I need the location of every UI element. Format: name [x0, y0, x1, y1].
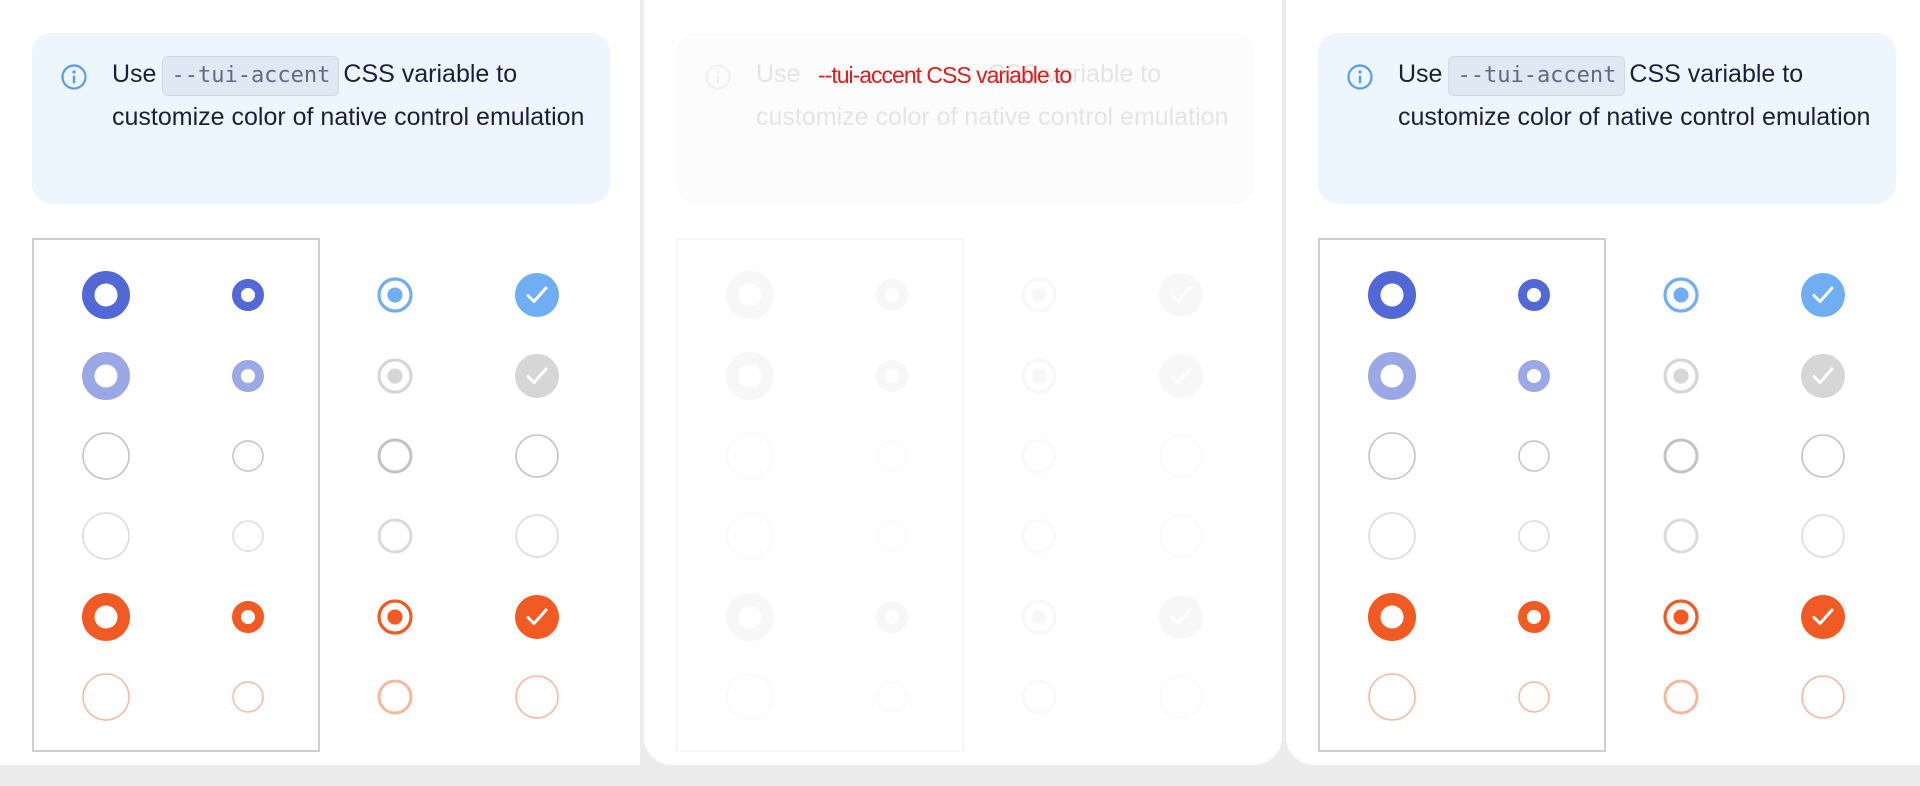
radio-small-checked-disabled[interactable]: [876, 360, 908, 392]
radio-large-checked[interactable]: [1368, 271, 1416, 319]
notice-card: Use--tui-accentCSS variable to customize…: [32, 33, 610, 204]
radio-large-unchecked[interactable]: [82, 432, 130, 480]
checkbox-round-unchecked-disabled[interactable]: [1159, 514, 1203, 558]
radio-small-invalid-checked[interactable]: [1518, 601, 1550, 633]
radio-small-invalid-checked[interactable]: [876, 601, 908, 633]
radio-large-invalid-checked[interactable]: [726, 593, 774, 641]
radio-button-invalid-unchecked-disabled[interactable]: [377, 679, 413, 715]
checkbox-round-checked-disabled[interactable]: [1801, 354, 1845, 398]
checkbox-round-invalid-checked[interactable]: [515, 595, 559, 639]
radio-large-unchecked-disabled[interactable]: [726, 512, 774, 560]
checkbox-round-invalid-unchecked-disabled[interactable]: [1159, 675, 1203, 719]
radio-button-unchecked[interactable]: [1663, 438, 1699, 474]
info-icon: [705, 64, 731, 90]
radio-button-invalid-checked[interactable]: [1021, 599, 1057, 635]
checkbox-round-checked-disabled[interactable]: [515, 354, 559, 398]
panel-right: Use --tui-accent CSS variable to customize…: [1286, 0, 1920, 765]
radio-button-checked-disabled[interactable]: [377, 358, 413, 394]
radio-button-checked[interactable]: [1663, 277, 1699, 313]
checkbox-round-invalid-checked[interactable]: [1801, 595, 1845, 639]
radio-small-invalid-checked[interactable]: [232, 601, 264, 633]
radio-large-invalid-unchecked-disabled[interactable]: [726, 673, 774, 721]
css-variable-code: --tui-accent: [1448, 56, 1626, 96]
radio-large-unchecked[interactable]: [726, 432, 774, 480]
radio-group-frame: [1318, 238, 1606, 752]
radio-button-checked[interactable]: [1021, 277, 1057, 313]
radio-button-checked-disabled[interactable]: [1663, 358, 1699, 394]
checkbox-round-unchecked-disabled[interactable]: [1801, 514, 1845, 558]
checkbox-round-invalid-unchecked-disabled[interactable]: [515, 675, 559, 719]
checkbox-round-checked[interactable]: [1159, 273, 1203, 317]
notice-card: Use--tui-accentCSS variable to customize…: [1318, 33, 1896, 204]
radio-large-invalid-checked[interactable]: [1368, 593, 1416, 641]
radio-button-invalid-unchecked-disabled[interactable]: [1663, 679, 1699, 715]
radio-small-invalid-unchecked-disabled[interactable]: [876, 681, 908, 713]
radio-small-unchecked[interactable]: [1518, 440, 1550, 472]
radio-large-checked-disabled[interactable]: [726, 352, 774, 400]
panel-middle: Use--tui-accentCSS variable to customize…: [644, 0, 1282, 765]
radio-small-unchecked-disabled[interactable]: [232, 520, 264, 552]
checkbox-round-checked[interactable]: [515, 273, 559, 317]
checkbox-round-invalid-unchecked-disabled[interactable]: [1801, 675, 1845, 719]
css-variable-code: --tui-accent: [162, 56, 340, 96]
checkbox-round-unchecked[interactable]: [1801, 434, 1845, 478]
radio-small-unchecked[interactable]: [876, 440, 908, 472]
radio-large-invalid-unchecked-disabled[interactable]: [1368, 673, 1416, 721]
radio-small-unchecked-disabled[interactable]: [876, 520, 908, 552]
radio-large-checked-disabled[interactable]: [82, 352, 130, 400]
radio-button-checked-disabled[interactable]: [1021, 358, 1057, 394]
radio-group-frame: [32, 238, 320, 752]
radio-button-unchecked[interactable]: [1021, 438, 1057, 474]
radio-small-checked-disabled[interactable]: [1518, 360, 1550, 392]
checkbox-round-invalid-checked[interactable]: [1159, 595, 1203, 639]
radio-button-checked[interactable]: [377, 277, 413, 313]
radio-group-frame: [676, 238, 964, 752]
info-icon: [61, 64, 87, 90]
radio-small-checked[interactable]: [876, 279, 908, 311]
checkbox-round-unchecked[interactable]: [515, 434, 559, 478]
radio-small-unchecked[interactable]: [232, 440, 264, 472]
radio-small-checked[interactable]: [1518, 279, 1550, 311]
radio-small-checked[interactable]: [232, 279, 264, 311]
radio-large-unchecked[interactable]: [1368, 432, 1416, 480]
checkbox-round-checked[interactable]: [1801, 273, 1845, 317]
radio-large-checked-disabled[interactable]: [1368, 352, 1416, 400]
panel-left: Use --tui-accent CSS variable to customize…: [0, 0, 640, 765]
checkbox-round-unchecked-disabled[interactable]: [515, 514, 559, 558]
ghost-text-overlay: --tui-accent CSS variable to: [818, 62, 1072, 88]
radio-large-invalid-checked[interactable]: [82, 593, 130, 641]
info-icon: [1347, 64, 1373, 90]
radio-button-invalid-checked[interactable]: [1663, 599, 1699, 635]
radio-small-unchecked-disabled[interactable]: [1518, 520, 1550, 552]
radio-large-checked[interactable]: [82, 271, 130, 319]
radio-large-invalid-unchecked-disabled[interactable]: [82, 673, 130, 721]
radio-button-unchecked-disabled[interactable]: [377, 518, 413, 554]
checkbox-round-unchecked[interactable]: [1159, 434, 1203, 478]
notice-card: Use--tui-accentCSS variable to customize…: [676, 33, 1254, 204]
radio-button-invalid-unchecked-disabled[interactable]: [1021, 679, 1057, 715]
radio-small-checked-disabled[interactable]: [232, 360, 264, 392]
radio-small-invalid-unchecked-disabled[interactable]: [232, 681, 264, 713]
radio-button-unchecked-disabled[interactable]: [1021, 518, 1057, 554]
radio-large-unchecked-disabled[interactable]: [82, 512, 130, 560]
radio-button-invalid-checked[interactable]: [377, 599, 413, 635]
radio-large-unchecked-disabled[interactable]: [1368, 512, 1416, 560]
checkbox-round-checked-disabled[interactable]: [1159, 354, 1203, 398]
notice-text: Use--tui-accentCSS variable to customize…: [112, 53, 592, 138]
radio-button-unchecked-disabled[interactable]: [1663, 518, 1699, 554]
radio-small-invalid-unchecked-disabled[interactable]: [1518, 681, 1550, 713]
radio-button-unchecked[interactable]: [377, 438, 413, 474]
radio-large-checked[interactable]: [726, 271, 774, 319]
notice-text: Use--tui-accentCSS variable to customize…: [1398, 53, 1878, 138]
